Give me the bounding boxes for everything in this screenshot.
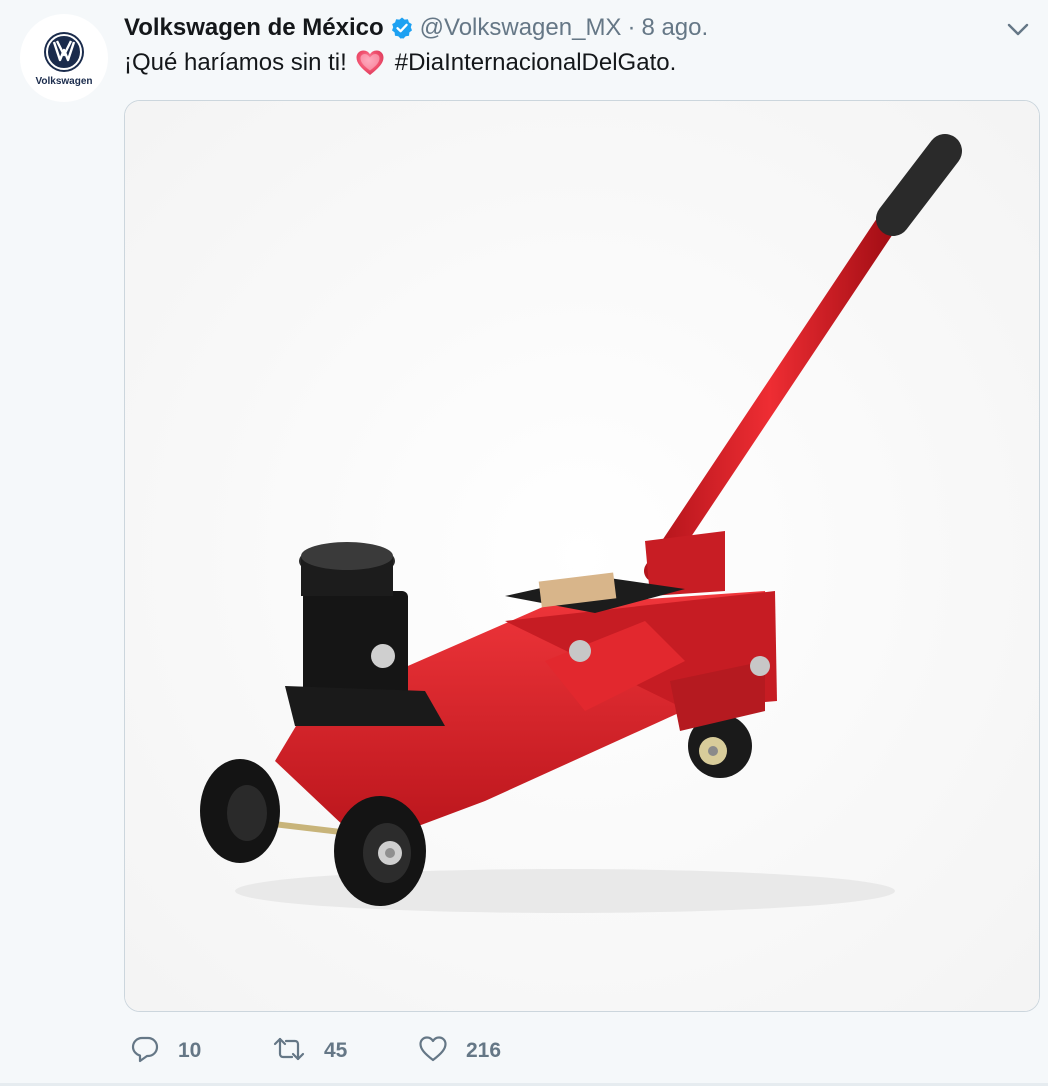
hashtag-link[interactable]: #DiaInternacionalDelGato. xyxy=(395,47,677,79)
retweet-count: 45 xyxy=(324,1039,348,1062)
reply-icon xyxy=(130,1034,160,1069)
tweet-actions: 10 45 216 xyxy=(130,1034,558,1068)
tweet-text: ¡Qué haríamos sin ti! #DiaInternacionalD… xyxy=(124,47,676,79)
tweet[interactable]: Volkswagen Volkswagen de México @Volkswa… xyxy=(0,0,1048,1086)
like-count: 216 xyxy=(466,1039,502,1062)
user-handle[interactable]: @Volkswagen_MX xyxy=(420,14,622,42)
heart-emoji-icon xyxy=(355,49,385,77)
tweet-text-prefix: ¡Qué haríamos sin ti! xyxy=(124,49,347,76)
retweet-icon xyxy=(272,1034,306,1069)
avatar-logo-text: Volkswagen xyxy=(35,75,93,87)
vw-logo-icon xyxy=(44,31,84,72)
retweet-button[interactable]: 45 xyxy=(272,1034,418,1069)
verified-badge-icon xyxy=(390,16,414,40)
reply-count: 10 xyxy=(178,1039,202,1062)
tweet-date[interactable]: 8 ago. xyxy=(641,14,708,42)
floor-jack-illustration xyxy=(125,101,1039,1011)
tweet-header: Volkswagen de México @Volkswagen_MX · 8 … xyxy=(124,12,708,44)
reply-button[interactable]: 10 xyxy=(130,1034,272,1069)
heart-icon xyxy=(418,1035,448,1068)
chevron-down-icon[interactable] xyxy=(1006,20,1030,40)
tweet-media-image[interactable] xyxy=(124,100,1040,1012)
display-name[interactable]: Volkswagen de México xyxy=(124,14,384,42)
like-button[interactable]: 216 xyxy=(418,1035,558,1068)
separator-dot: · xyxy=(627,14,636,41)
avatar[interactable]: Volkswagen xyxy=(20,14,108,102)
